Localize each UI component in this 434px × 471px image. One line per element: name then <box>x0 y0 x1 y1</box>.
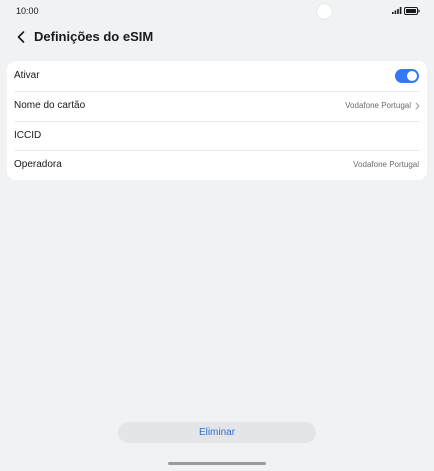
status-bar: 10:00 <box>0 0 434 22</box>
chevron-right-icon <box>415 102 420 110</box>
settings-row-operator: Operadora Vodafone Portugal <box>7 150 427 180</box>
header: Definições do eSIM <box>0 26 434 48</box>
esim-settings-card: Ativar Nome do cartão Vodafone Portugal … <box>7 61 427 180</box>
card-name-label: Nome do cartão <box>14 100 86 111</box>
operator-value: Vodafone Portugal <box>353 160 419 169</box>
toggle-knob <box>407 71 417 81</box>
home-indicator <box>168 462 266 465</box>
settings-row-iccid: ICCID <box>7 121 427 151</box>
card-name-value: Vodafone Portugal <box>345 101 411 110</box>
signal-icon <box>392 7 402 14</box>
settings-row-activate[interactable]: Ativar <box>7 61 427 91</box>
activate-label: Ativar <box>14 70 40 81</box>
camera-cutout <box>317 4 332 19</box>
settings-row-card-name[interactable]: Nome do cartão Vodafone Portugal <box>7 91 427 121</box>
delete-esim-button[interactable]: Eliminar <box>118 422 316 443</box>
battery-icon <box>404 7 420 15</box>
page-title: Definições do eSIM <box>34 29 154 44</box>
esim-settings-screen: 10:00 Definições do eSIM Ativar Nome do … <box>0 0 434 471</box>
operator-label: Operadora <box>14 159 62 170</box>
iccid-label: ICCID <box>14 130 42 141</box>
chevron-left-icon[interactable] <box>16 30 26 44</box>
status-time: 10:00 <box>16 6 39 16</box>
activate-toggle[interactable] <box>395 69 419 83</box>
